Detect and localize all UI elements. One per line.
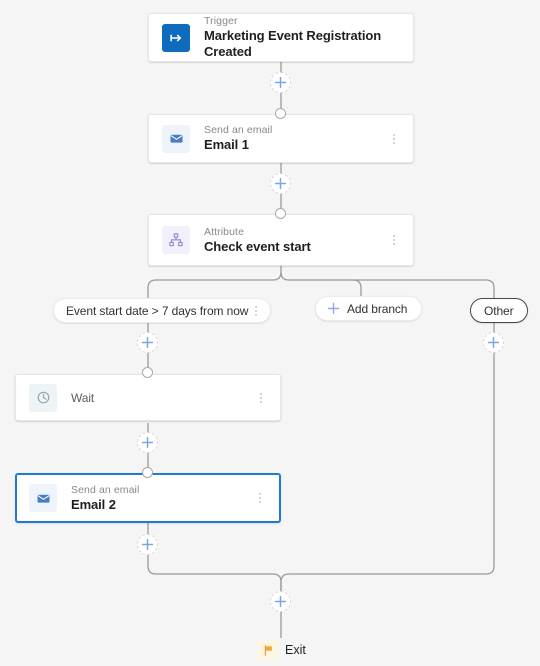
node-email-1-title: Email 1 [204,137,249,152]
trigger-bolt-icon [162,23,190,52]
node-wait-menu-icon[interactable] [250,386,272,410]
node-trigger-text: Trigger Marketing Event Registration Cre… [204,15,413,60]
node-email-1[interactable]: Send an email Email 1 [148,114,414,163]
flag-icon [258,640,278,660]
exit-label: Exit [285,643,306,657]
add-branch-button[interactable]: Add branch [315,296,423,321]
plus-right-branch-top[interactable] [483,332,504,353]
plus-before-exit[interactable] [270,591,291,612]
node-trigger[interactable]: Trigger Marketing Event Registration Cre… [148,13,414,62]
node-wait-text: Wait [71,390,250,406]
node-attribute-menu-icon[interactable] [383,228,405,252]
envelope-icon [29,484,57,512]
branch-condition-menu-icon[interactable] [248,299,264,323]
branch-condition-label: Event start date > 7 days from now [66,303,249,318]
node-email-1-subtitle: Send an email [204,124,273,136]
hierarchy-icon [162,226,190,254]
add-branch-label: Add branch [347,301,408,316]
node-trigger-subtitle: Trigger [204,15,238,27]
plus-after-email-1[interactable] [270,173,291,194]
branch-condition-pill[interactable]: Event start date > 7 days from now [53,298,272,323]
anchor-email-1 [275,108,286,119]
node-attribute[interactable]: Attribute Check event start [148,214,414,266]
workflow-canvas: Trigger Marketing Event Registration Cre… [0,0,540,666]
plus-icon [327,302,340,315]
plus-after-email-2[interactable] [137,534,158,555]
node-email-1-text: Send an email Email 1 [204,124,383,153]
node-email-2-menu-icon[interactable] [249,486,271,510]
branch-other-label: Other [484,303,514,318]
node-attribute-title: Check event start [204,238,311,254]
node-attribute-text: Attribute Check event start [204,226,383,255]
node-attribute-subtitle: Attribute [204,225,245,238]
envelope-icon [162,124,190,153]
node-email-2-text: Send an email Email 2 [71,484,249,513]
anchor-attribute [275,208,286,219]
clock-icon [29,383,57,412]
node-wait[interactable]: Wait [15,374,281,421]
plus-after-trigger[interactable] [270,72,291,93]
node-email-1-menu-icon[interactable] [383,127,405,151]
connector-lines [147,62,495,638]
node-email-2[interactable]: Send an email Email 2 [15,473,281,523]
node-email-2-subtitle: Send an email [71,483,140,496]
plus-after-wait[interactable] [137,432,158,453]
branch-other-pill[interactable]: Other [470,298,528,323]
node-exit[interactable]: Exit [258,640,306,660]
node-email-2-title: Email 2 [71,496,116,512]
plus-left-branch-top[interactable] [137,332,158,353]
anchor-wait [142,367,153,378]
anchor-email-2 [142,467,153,478]
node-wait-title: Wait [71,390,95,405]
node-trigger-title: Marketing Event Registration Created [204,28,382,59]
